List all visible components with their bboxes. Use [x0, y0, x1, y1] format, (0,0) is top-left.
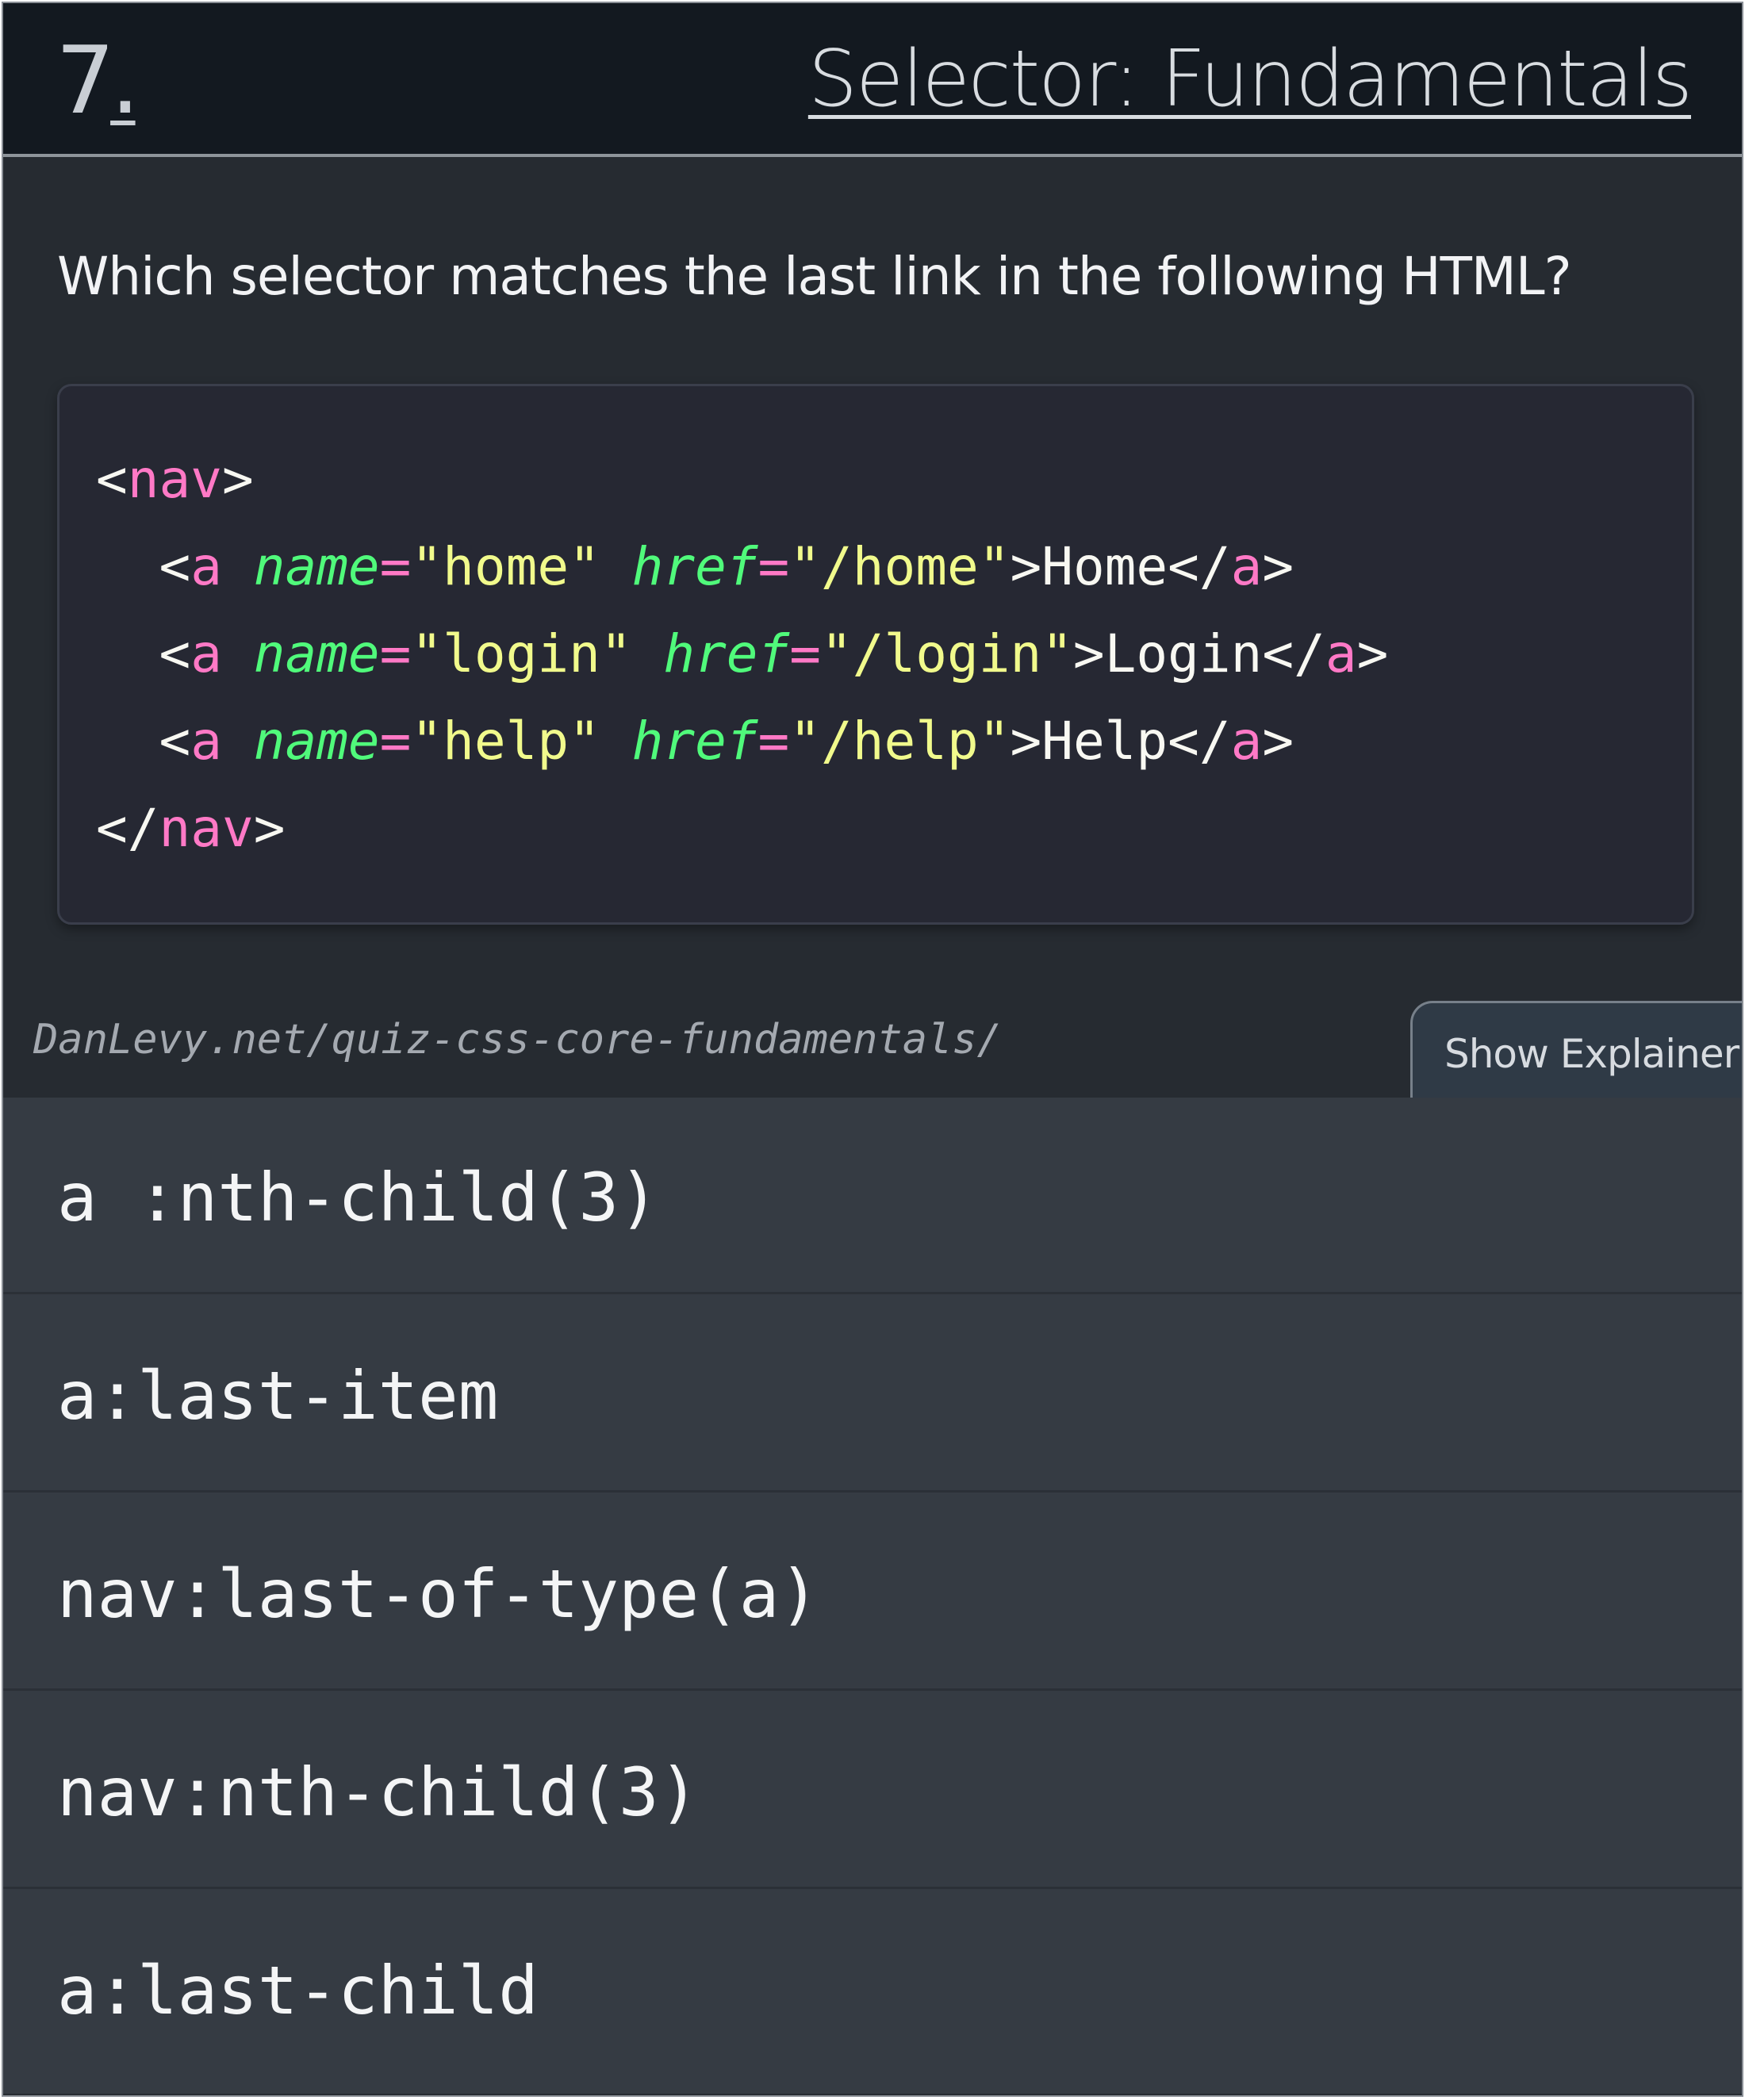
- code-punctuation: <: [96, 711, 191, 772]
- quiz-card: 7. Selector: Fundamentals Which selector…: [2, 2, 1743, 2097]
- code-equals-sign: =: [379, 623, 412, 684]
- code-punctuation: [600, 711, 632, 772]
- code-punctuation: <: [96, 449, 128, 510]
- question-number: 7.: [56, 33, 140, 127]
- code-equals-sign: =: [757, 536, 790, 597]
- answer-option-2[interactable]: a:last-item: [3, 1296, 1742, 1493]
- code-tag-name: a: [1325, 623, 1357, 684]
- code-punctuation: </: [1168, 711, 1231, 772]
- code-text-content: Login: [1104, 623, 1263, 684]
- code-punctuation: >: [1072, 623, 1105, 684]
- code-text-content: Help: [1041, 711, 1168, 772]
- source-url: DanLevy.net/quiz-css-core-fundamentals/: [33, 1016, 1002, 1063]
- show-explainer-label: Show Explainer: [1444, 1031, 1739, 1077]
- code-equals-sign: =: [757, 711, 790, 772]
- answer-option-label: a:last-child: [57, 1952, 539, 2029]
- code-line-4: <a name="help" href="/help">Help</a>: [96, 710, 1294, 773]
- code-attribute-name: name: [253, 623, 380, 684]
- code-punctuation: </: [96, 798, 159, 859]
- answer-option-label: nav:last-of-type(a): [57, 1555, 819, 1633]
- code-punctuation: >: [1262, 711, 1294, 772]
- code-punctuation: [632, 623, 664, 684]
- code-tag-name: a: [1230, 711, 1263, 772]
- code-punctuation: >: [253, 798, 286, 859]
- question-number-value: 7: [56, 25, 115, 135]
- code-punctuation: >: [1262, 536, 1294, 597]
- code-tag-name: nav: [127, 449, 222, 510]
- code-attribute-name: href: [631, 711, 758, 772]
- code-string-value: "login": [411, 623, 632, 684]
- code-punctuation: >: [1356, 623, 1389, 684]
- code-attribute-name: name: [253, 536, 380, 597]
- code-punctuation: </: [1262, 623, 1325, 684]
- code-equals-sign: =: [379, 536, 412, 597]
- code-string-value: "help": [411, 711, 600, 772]
- answer-option-label: a:last-item: [57, 1357, 499, 1435]
- code-line-1: <nav>: [96, 448, 254, 512]
- code-punctuation: >: [221, 449, 254, 510]
- code-punctuation: <: [96, 623, 191, 684]
- show-explainer-button[interactable]: Show Explainer: [1410, 1001, 1742, 1104]
- code-punctuation: </: [1168, 536, 1231, 597]
- code-punctuation: >: [1010, 536, 1042, 597]
- code-line-3: <a name="login" href="/login">Login</a>: [96, 623, 1388, 686]
- code-line-2: <a name="home" href="/home">Home</a>: [96, 535, 1294, 599]
- code-attribute-name: name: [253, 711, 380, 772]
- answer-list: a :nth-child(3) a:last-item nav:last-of-…: [3, 1098, 1742, 2094]
- code-punctuation: <: [96, 536, 191, 597]
- answer-option-label: nav:nth-child(3): [57, 1753, 700, 1831]
- code-block: <nav> <a name="home" href="/home">Home</…: [57, 384, 1694, 925]
- quiz-header: 7. Selector: Fundamentals: [3, 3, 1742, 157]
- section-title-link[interactable]: Selector: Fundamentals: [808, 40, 1693, 119]
- code-punctuation: [222, 623, 254, 684]
- code-attribute-name: href: [631, 536, 758, 597]
- code-line-5: </nav>: [96, 797, 285, 860]
- code-tag-name: a: [190, 536, 222, 597]
- code-tag-name: a: [190, 623, 222, 684]
- code-punctuation: >: [1010, 711, 1042, 772]
- code-tag-name: a: [190, 711, 222, 772]
- code-punctuation: [600, 536, 632, 597]
- answer-option-3[interactable]: nav:last-of-type(a): [3, 1494, 1742, 1691]
- answer-option-label: a :nth-child(3): [57, 1159, 659, 1236]
- code-punctuation: [222, 711, 254, 772]
- code-punctuation: [222, 536, 254, 597]
- question-number-suffix: .: [110, 25, 140, 135]
- code-tag-name: a: [1230, 536, 1263, 597]
- answer-option-4[interactable]: nav:nth-child(3): [3, 1692, 1742, 1889]
- code-text-content: Home: [1041, 536, 1168, 597]
- code-equals-sign: =: [379, 711, 412, 772]
- code-tag-name: nav: [159, 798, 254, 859]
- code-string-value: "/help": [789, 711, 1011, 772]
- question-text: Which selector matches the last link in …: [57, 246, 1572, 307]
- answer-option-5[interactable]: a:last-child: [3, 1891, 1742, 2087]
- code-string-value: "/home": [789, 536, 1011, 597]
- code-attribute-name: href: [663, 623, 790, 684]
- code-string-value: "/login": [821, 623, 1073, 684]
- answer-option-1[interactable]: a :nth-child(3): [3, 1098, 1742, 1294]
- code-string-value: "home": [411, 536, 600, 597]
- code-equals-sign: =: [789, 623, 822, 684]
